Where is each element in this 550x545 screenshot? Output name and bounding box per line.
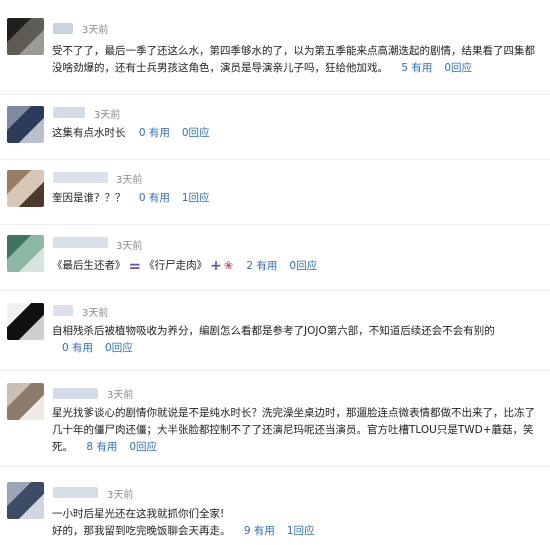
comment-body: 《最后生还者》 (52, 259, 126, 272)
comment-body: 好的，那我留到吃完晚饭聊会天再走。 (52, 525, 231, 537)
equals-icon: = (128, 256, 142, 275)
timestamp: 3天前 (107, 490, 134, 501)
comment-body: 一小时后星光还在这我就抓你们全家! (52, 508, 225, 520)
useful-button[interactable]: 0 有用 (139, 192, 170, 204)
flower-icon: ❀ (223, 259, 234, 272)
reply-link[interactable]: 0回应 (105, 342, 133, 354)
avatar[interactable] (7, 482, 44, 519)
timestamp: 3天前 (107, 390, 134, 401)
reply-link[interactable]: 0回应 (182, 127, 210, 139)
avatar[interactable] (7, 170, 44, 207)
comment-item: 3天前 自相残杀后被植物吸收为养分，编剧怎么看都是参考了JOJO第六部，不知道后… (0, 291, 550, 371)
useful-button[interactable]: 8 有用 (86, 441, 117, 453)
avatar[interactable] (7, 18, 44, 55)
reply-link[interactable]: 1回应 (287, 525, 315, 537)
comment-text: 受不了了，最后一季了还这么水，第四季够水的了，以为第五季能来点高潮迭起的剧情，结… (52, 43, 544, 77)
reply-link[interactable]: 0回应 (444, 62, 472, 74)
reply-link[interactable]: 0回应 (289, 260, 317, 272)
username[interactable] (53, 23, 73, 34)
comment-text: 奎因是谁？？？ 0 有用 1回应 (52, 190, 544, 207)
comment-item: 3天前 奎因是谁？？？ 0 有用 1回应 (0, 160, 550, 225)
comment-text: 星光找爹谈心的剧情你就说是不是纯水时长？洗完澡坐桌边时，那遛脸连点微表情都做不出… (52, 405, 544, 456)
comment-feed: 3天前 受不了了，最后一季了还这么水，第四季够水的了，以为第五季能来点高潮迭起的… (0, 0, 550, 545)
timestamp: 3天前 (116, 175, 143, 186)
useful-button[interactable]: 0 有用 (62, 342, 93, 354)
username[interactable] (53, 305, 73, 316)
useful-button[interactable]: 0 有用 (139, 127, 170, 139)
avatar[interactable] (7, 383, 44, 420)
username[interactable] (53, 388, 98, 399)
comment-body: 这集有点水时长 (52, 127, 126, 139)
comment-text: 《最后生还者》 = 《行尸走肉》 + ❀ 2 有用 0回应 (52, 257, 544, 275)
comment-item: 3天前 一小时后星光还在这我就抓你们全家! 好的，那我留到吃完晚饭聊会天再走。 … (0, 467, 550, 545)
comment-body: 奎因是谁？？？ (52, 192, 126, 204)
comment-item: 3天前 星光找爹谈心的剧情你就说是不是纯水时长？洗完澡坐桌边时，那遛脸连点微表情… (0, 371, 550, 467)
plus-icon: + (210, 257, 222, 274)
avatar[interactable] (7, 235, 44, 272)
comment-body: 自相残杀后被植物吸收为养分，编剧怎么看都是参考了JOJO第六部，不知道后续还会不… (52, 325, 495, 337)
timestamp: 3天前 (116, 241, 143, 252)
timestamp: 3天前 (94, 110, 121, 121)
useful-button[interactable]: 5 有用 (401, 62, 432, 74)
comment-text: 这集有点水时长 0 有用 0回应 (52, 125, 544, 142)
comment-text: 一小时后星光还在这我就抓你们全家! 好的，那我留到吃完晚饭聊会天再走。 9 有用… (52, 506, 544, 540)
username[interactable] (53, 107, 85, 118)
avatar[interactable] (7, 303, 44, 340)
timestamp: 3天前 (82, 25, 109, 36)
avatar[interactable] (7, 106, 44, 143)
reply-link[interactable]: 0回应 (129, 441, 157, 453)
username[interactable] (53, 487, 98, 498)
useful-button[interactable]: 2 有用 (246, 260, 277, 272)
comment-item: 3天前 受不了了，最后一季了还这么水，第四季够水的了，以为第五季能来点高潮迭起的… (0, 0, 550, 95)
comment-body: 《行尸走肉》 (144, 259, 208, 272)
timestamp: 3天前 (82, 308, 109, 319)
comment-text: 自相残杀后被植物吸收为养分，编剧怎么看都是参考了JOJO第六部，不知道后续还会不… (52, 323, 544, 357)
useful-button[interactable]: 9 有用 (244, 525, 275, 537)
username[interactable] (53, 237, 108, 248)
comment-item: 3天前 《最后生还者》 = 《行尸走肉》 + ❀ 2 有用 0回应 (0, 225, 550, 290)
comment-item: 3天前 这集有点水时长 0 有用 0回应 (0, 95, 550, 160)
username[interactable] (53, 172, 108, 183)
reply-link[interactable]: 1回应 (182, 192, 210, 204)
